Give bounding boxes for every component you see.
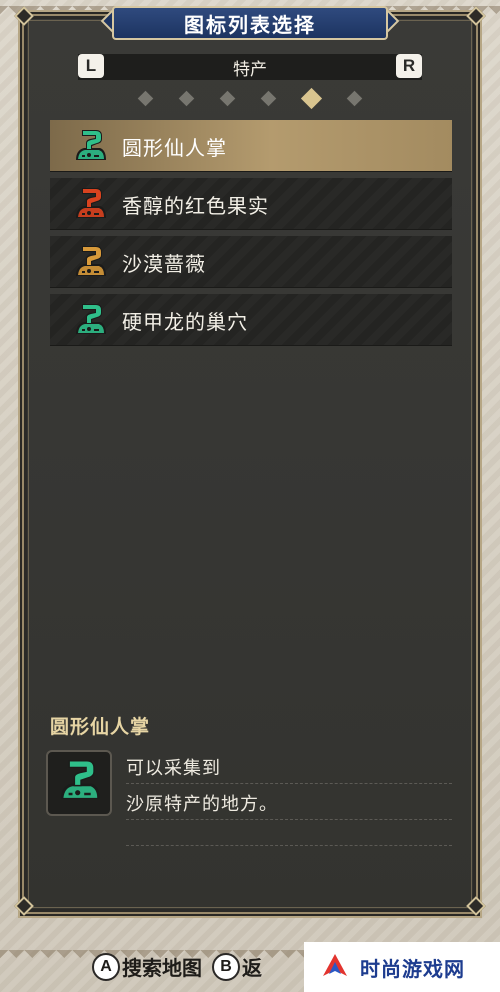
a-button-icon: A	[92, 952, 120, 981]
detail-description-line	[126, 812, 452, 846]
list-item[interactable]: 圆形仙人掌	[50, 120, 452, 172]
list-item[interactable]: 硬甲龙的巢穴	[50, 294, 452, 346]
detail-icon-box	[46, 750, 112, 816]
list-item[interactable]: 沙漠蔷薇	[50, 236, 452, 288]
r-shoulder-button[interactable]: R	[396, 54, 422, 78]
question-bag-icon	[53, 755, 105, 811]
hint-back[interactable]: B 返	[212, 952, 262, 981]
icon-list: 圆形仙人掌 香醇的红色果实 沙漠蔷薇 硬甲龙的巢穴	[50, 120, 452, 352]
category-label: 特产	[78, 54, 422, 80]
question-bag-icon	[70, 184, 110, 224]
button-hints: A 搜索地图 B 返	[92, 952, 272, 981]
page-dot[interactable]	[219, 90, 236, 106]
list-item-label: 沙漠蔷薇	[122, 252, 206, 276]
list-item-label: 硬甲龙的巢穴	[122, 310, 248, 334]
page-dot[interactable]	[137, 90, 154, 106]
hint-search-map[interactable]: A 搜索地图	[92, 952, 202, 981]
hint-label: 搜索地图	[122, 956, 202, 980]
list-item[interactable]: 香醇的红色果实	[50, 178, 452, 230]
question-bag-icon	[70, 242, 110, 282]
page-dot[interactable]	[178, 90, 195, 106]
detail-title: 圆形仙人掌	[50, 716, 151, 738]
question-bag-icon	[70, 126, 110, 166]
l-shoulder-button[interactable]: L	[78, 54, 104, 78]
b-button-icon: B	[212, 952, 240, 981]
page-indicator	[137, 87, 363, 109]
detail-description-line: 可以采集到	[126, 750, 452, 784]
page-dot-active[interactable]	[300, 87, 323, 109]
hint-label: 返	[242, 956, 262, 980]
question-bag-icon	[70, 300, 110, 340]
page-dot[interactable]	[346, 90, 363, 106]
site-watermark: 时尚游戏网	[304, 942, 500, 992]
page-dot[interactable]	[260, 90, 277, 106]
watermark-logo-icon	[323, 954, 347, 976]
watermark-text: 时尚游戏网	[360, 956, 465, 981]
list-item-label: 圆形仙人掌	[122, 136, 227, 160]
window-title: 图标列表选择	[112, 6, 388, 40]
list-item-label: 香醇的红色果实	[122, 194, 269, 218]
